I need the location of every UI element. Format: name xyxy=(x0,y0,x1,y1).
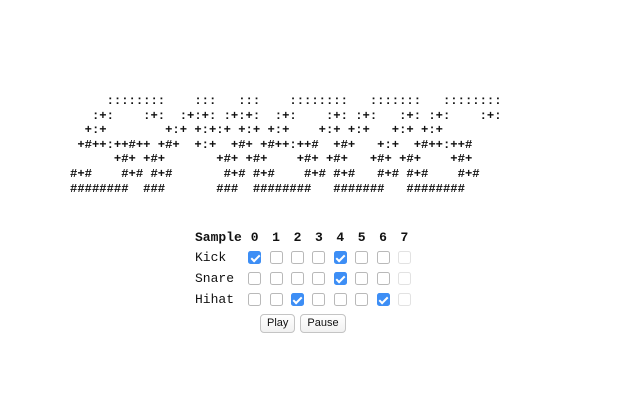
banner-line: #+# #+# #+# #+# #+# #+# #+# #+# #+# #+# xyxy=(70,166,480,181)
step-checkbox[interactable] xyxy=(248,293,262,307)
step-checkbox[interactable] xyxy=(312,293,326,307)
sample-column-header: Sample xyxy=(195,229,242,245)
step-checkbox[interactable] xyxy=(355,272,369,286)
row-label-kick: Kick xyxy=(195,250,227,265)
step-checkbox[interactable] xyxy=(248,272,262,286)
step-header-7: 7 xyxy=(400,229,409,245)
step-checkbox[interactable] xyxy=(397,272,411,286)
banner-line: +#+ +#+ +#+ +#+ +#+ +#+ +#+ +#+ +#+ xyxy=(70,152,473,167)
banner-line: :::::::: ::: ::: :::::::: ::::::: ::::::… xyxy=(70,94,502,108)
step-sequencer-grid: Sample 0 1 2 3 4 5 6 7 Kick Snare Hihat xyxy=(195,227,415,310)
pause-button[interactable]: Pause xyxy=(300,314,346,333)
step-checkbox[interactable] xyxy=(397,251,411,265)
sample-row-hihat: Hihat xyxy=(195,289,415,310)
row-label-snare: Snare xyxy=(195,271,235,286)
step-checkbox[interactable] xyxy=(355,293,369,307)
banner-line: +:+ +:+ +:+:+ +:+ +:+ +:+ +:+ +:+ +:+ xyxy=(70,123,443,138)
step-checkbox[interactable] xyxy=(376,293,390,307)
banner-line: :+: :+: :+:+: :+:+: :+: :+: :+: :+: :+: … xyxy=(70,108,502,123)
page: :::::::: ::: ::: :::::::: ::::::: ::::::… xyxy=(0,0,621,415)
step-checkbox[interactable] xyxy=(290,272,304,286)
step-header-3: 3 xyxy=(314,229,323,245)
step-checkbox[interactable] xyxy=(269,293,283,307)
step-checkbox[interactable] xyxy=(397,293,411,307)
step-checkbox[interactable] xyxy=(376,251,390,265)
step-header-2: 2 xyxy=(293,229,302,245)
step-header-4: 4 xyxy=(336,229,345,245)
step-checkbox[interactable] xyxy=(248,251,262,265)
step-checkbox[interactable] xyxy=(355,251,369,265)
step-checkbox[interactable] xyxy=(312,251,326,265)
step-checkbox[interactable] xyxy=(269,251,283,265)
banner-line: +#++:++#++ +#+ +:+ +#+ +#++:++# +#+ +:+ … xyxy=(70,137,473,152)
step-header-5: 5 xyxy=(357,229,366,245)
step-header-1: 1 xyxy=(272,229,280,245)
play-button[interactable]: Play xyxy=(260,314,296,333)
sample-row-snare: Snare xyxy=(195,268,415,289)
step-checkbox[interactable] xyxy=(376,272,390,286)
step-checkbox[interactable] xyxy=(290,251,304,265)
banner-line: ######## ### ### ######## ####### ######… xyxy=(70,181,465,196)
step-checkbox[interactable] xyxy=(290,293,304,307)
row-label-hihat: Hihat xyxy=(195,292,235,307)
header-row: Sample 0 1 2 3 4 5 6 7 xyxy=(195,227,415,247)
step-checkbox[interactable] xyxy=(333,251,347,265)
step-checkbox[interactable] xyxy=(312,272,326,286)
playback-controls: Play Pause xyxy=(260,313,351,333)
sequencer-body: Kick Snare Hihat xyxy=(195,247,415,310)
step-checkbox[interactable] xyxy=(333,272,347,286)
step-header-0: 0 xyxy=(250,229,259,245)
sample-row-kick: Kick xyxy=(195,247,415,268)
step-checkbox[interactable] xyxy=(269,272,283,286)
step-header-6: 6 xyxy=(379,229,387,245)
step-checkbox[interactable] xyxy=(333,293,347,307)
ascii-art-banner: :::::::: ::: ::: :::::::: ::::::: ::::::… xyxy=(70,94,502,196)
